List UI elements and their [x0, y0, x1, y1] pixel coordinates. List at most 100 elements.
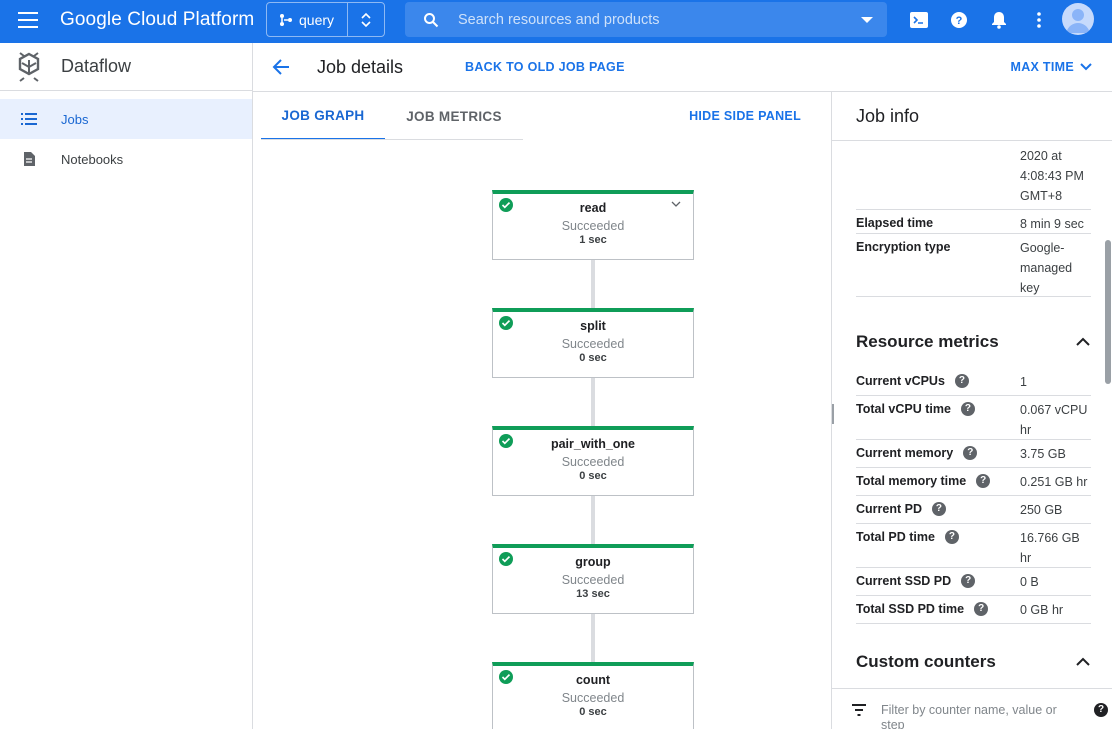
- metric-row: Current PD? 250 GB: [856, 496, 1091, 524]
- menu-icon[interactable]: [18, 12, 38, 28]
- success-check-icon: [499, 670, 513, 684]
- chevron-down-icon: [1080, 63, 1092, 71]
- section-title-custom-counters: Custom counters: [856, 652, 996, 671]
- max-time-label: MAX TIME: [1010, 60, 1074, 74]
- tab-job-graph[interactable]: JOB GRAPH: [261, 92, 385, 140]
- metric-label: Total memory time: [856, 474, 967, 488]
- sidebar-item-label: Notebooks: [61, 151, 124, 167]
- node-time: 0 sec: [579, 706, 607, 718]
- node-status: Succeeded: [561, 219, 625, 233]
- account-avatar-icon[interactable]: [1062, 3, 1094, 35]
- help-icon[interactable]: ?: [954, 374, 969, 388]
- node-status: Succeeded: [561, 337, 625, 351]
- help-icon[interactable]: ?: [976, 474, 991, 488]
- expand-icon[interactable]: [671, 199, 681, 209]
- tab-bar: JOB GRAPH JOB METRICS HIDE SIDE PANEL: [253, 92, 831, 140]
- search-dropdown-icon[interactable]: [861, 17, 873, 23]
- info-row-elapsed: Elapsed time 8 min 9 sec: [856, 210, 1091, 234]
- info-label: Elapsed time: [856, 216, 934, 230]
- back-arrow-icon[interactable]: [272, 58, 290, 76]
- search-input[interactable]: [458, 11, 838, 28]
- search-bar[interactable]: [405, 2, 887, 37]
- graph-edge: [591, 259, 595, 309]
- graph-node-split[interactable]: split Succeeded 0 sec: [492, 308, 694, 378]
- metric-value: 3.75 GB: [1020, 447, 1066, 461]
- help-icon[interactable]: ?: [944, 530, 959, 544]
- node-name: pair_with_one: [550, 437, 636, 451]
- help-icon[interactable]: ?: [1094, 703, 1108, 717]
- graph-node-pair-with-one[interactable]: pair_with_one Succeeded 0 sec: [492, 426, 694, 496]
- metric-label: Total vCPU time: [856, 402, 951, 416]
- counter-filter[interactable]: Filter by counter name, value or step ?: [832, 688, 1112, 729]
- notifications-icon[interactable]: [990, 11, 1008, 29]
- chevron-up-icon[interactable]: [1076, 657, 1090, 667]
- info-value: Google-managed key: [1020, 241, 1073, 295]
- info-row-start-time: 2020 at 4:08:43 PM GMT+8: [856, 134, 1091, 210]
- node-time: 0 sec: [579, 352, 607, 364]
- product-header: Dataflow: [0, 43, 252, 91]
- metric-row: Total memory time? 0.251 GB hr: [856, 468, 1091, 496]
- node-time: 13 sec: [576, 588, 610, 600]
- help-icon[interactable]: ?: [950, 11, 968, 29]
- chevron-up-icon[interactable]: [1076, 337, 1090, 347]
- metric-value: 0.067 vCPU hr: [1020, 403, 1088, 437]
- search-icon: [424, 12, 439, 27]
- project-switch-icon[interactable]: [348, 12, 384, 28]
- panel-scrollbar[interactable]: [1105, 240, 1111, 384]
- product-title: Dataflow: [61, 56, 132, 76]
- metric-value: 0 GB hr: [1020, 603, 1064, 617]
- tab-job-metrics[interactable]: JOB METRICS: [385, 92, 523, 140]
- help-icon[interactable]: ?: [963, 446, 978, 460]
- metric-label: Current SSD PD: [856, 574, 952, 588]
- graph-node-count[interactable]: count Succeeded 0 sec: [492, 662, 694, 729]
- sidebar-item-notebooks[interactable]: Notebooks: [0, 139, 252, 179]
- help-icon[interactable]: ?: [931, 502, 946, 516]
- metric-row: Total PD time? 16.766 GB hr: [856, 524, 1091, 568]
- help-icon[interactable]: ?: [961, 574, 976, 588]
- top-bar: Google Cloud Platform query ?: [0, 0, 1112, 43]
- node-time: 1 sec: [579, 234, 607, 246]
- filter-input[interactable]: Filter by counter name, value or step: [881, 703, 1081, 729]
- metric-label: Current PD: [856, 502, 922, 516]
- svg-text:?: ?: [956, 15, 963, 27]
- node-name: group: [575, 555, 611, 569]
- side-panel: Job info 2020 at 4:08:43 PM GMT+8 Elapse…: [831, 92, 1112, 729]
- section-title-resource-metrics: Resource metrics: [856, 332, 999, 351]
- max-time-dropdown[interactable]: MAX TIME: [1010, 60, 1092, 74]
- metric-value: 0.251 GB hr: [1020, 475, 1088, 489]
- graph-node-read[interactable]: read Succeeded 1 sec: [492, 190, 694, 260]
- node-name: read: [579, 201, 607, 215]
- metric-row: Total vCPU time? 0.067 vCPU hr: [856, 396, 1091, 440]
- hide-side-panel-button[interactable]: HIDE SIDE PANEL: [689, 109, 801, 123]
- metric-label: Total PD time: [856, 530, 935, 544]
- metric-label: Current memory: [856, 446, 954, 460]
- success-check-icon: [499, 552, 513, 566]
- tab-divider: [261, 139, 523, 140]
- metric-value: 0 B: [1020, 575, 1039, 589]
- metric-row: Current vCPUs? 1: [856, 368, 1091, 396]
- back-to-old-job-page-link[interactable]: BACK TO OLD JOB PAGE: [465, 60, 625, 74]
- project-name: query: [299, 11, 335, 28]
- node-status: Succeeded: [561, 691, 625, 705]
- help-icon[interactable]: ?: [974, 602, 989, 616]
- cloud-shell-icon[interactable]: [910, 11, 928, 29]
- info-value: 2020 at 4:08:43 PM GMT+8: [1020, 149, 1084, 203]
- job-graph: read Succeeded 1 sec split Succeeded 0 s…: [253, 141, 831, 729]
- metric-value: 16.766 GB hr: [1020, 531, 1080, 565]
- info-row-encryption: Encryption type Google-managed key: [856, 234, 1091, 297]
- node-time: 0 sec: [579, 470, 607, 482]
- metric-row: Total SSD PD time? 0 GB hr: [856, 596, 1091, 624]
- more-vert-icon[interactable]: [1030, 11, 1048, 29]
- project-hierarchy-icon: [280, 13, 292, 26]
- sidebar-item-jobs[interactable]: Jobs: [0, 99, 252, 139]
- help-icon[interactable]: ?: [960, 402, 975, 416]
- project-selector[interactable]: query: [266, 2, 385, 37]
- dataflow-logo-icon: [18, 51, 40, 82]
- success-check-icon: [499, 198, 513, 212]
- metric-row: Current SSD PD? 0 B: [856, 568, 1091, 596]
- graph-node-group[interactable]: group Succeeded 13 sec: [492, 544, 694, 614]
- document-icon: [24, 152, 35, 166]
- sidebar: Dataflow Jobs Notebooks: [0, 43, 253, 729]
- side-panel-header: Job info: [832, 92, 1112, 141]
- brand-title[interactable]: Google Cloud Platform: [60, 9, 254, 31]
